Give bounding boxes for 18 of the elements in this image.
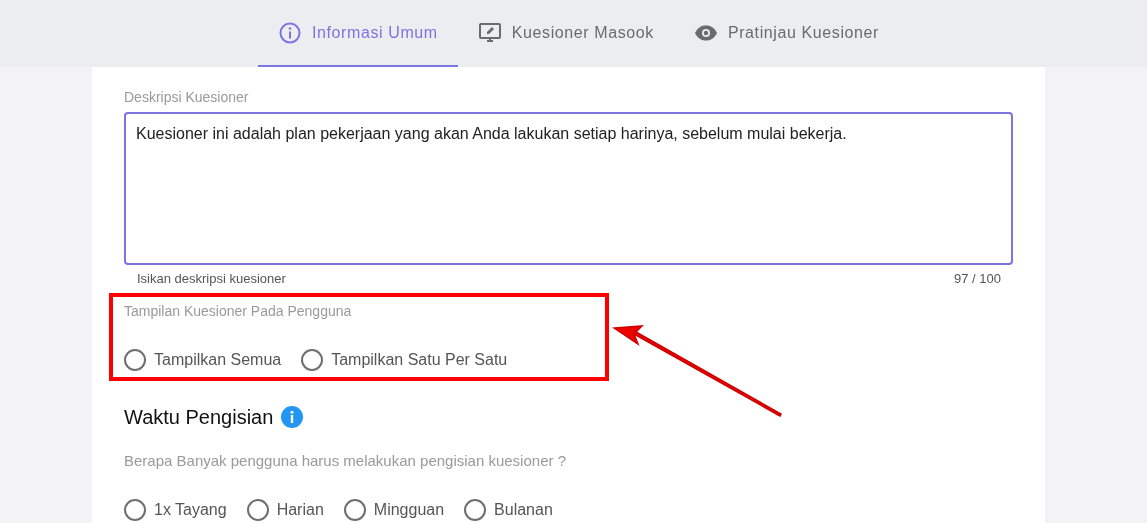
question-text: Berapa Banyak pengguna harus melakukan pengisian kuesioner ? <box>124 450 567 471</box>
section-heading: Waktu Pengisian <box>124 404 274 430</box>
tab[interactable]: Kuesioner Masook <box>457 0 674 67</box>
character-counter: 97 / 100 <box>954 270 1001 288</box>
radio-option[interactable]: 1x Tayang <box>124 498 227 522</box>
tab[interactable]: Pratinjau Kuesioner <box>673 0 899 67</box>
description-field[interactable]: Kuesioner ini adalah plan pekerjaan yang akan Anda lakukan setiap harinya, sebelum mulai bekerja. <box>124 112 1013 265</box>
hint-text: Isikan deskripsi kuesioner <box>137 270 286 288</box>
monitor-icon <box>477 20 502 45</box>
radio-option[interactable]: Tampilkan Semua <box>124 347 282 372</box>
info-icon <box>278 20 303 45</box>
radio-option[interactable]: Bulanan <box>464 498 553 522</box>
field-label: Tampilan Kuesioner Pada Pengguna <box>124 301 353 321</box>
radio-option[interactable]: Harian <box>246 498 324 522</box>
field-label: Deskripsi Kuesioner <box>124 88 250 107</box>
info-icon[interactable] <box>281 405 304 428</box>
radio-option[interactable]: Tampilkan Satu Per Satu <box>301 347 508 372</box>
radio-option[interactable]: Mingguan <box>343 498 445 522</box>
